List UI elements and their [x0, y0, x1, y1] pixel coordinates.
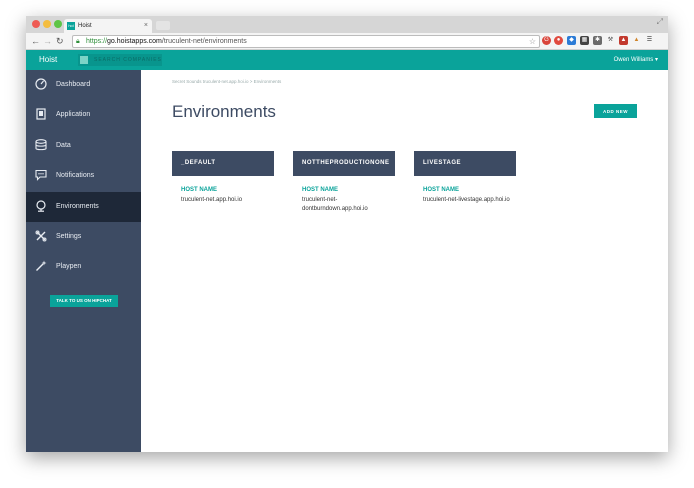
environment-name: _DEFAULT: [181, 160, 216, 166]
extension-puzzle-icon[interactable]: ✱: [593, 36, 602, 45]
environment-card[interactable]: _DEFAULT HOST NAME truculent-net.app.hoi…: [172, 151, 274, 241]
sidebar-item-label: Notifications: [56, 172, 95, 179]
bookmark-star-icon[interactable]: ☆: [529, 36, 536, 47]
magic-wand-icon: [36, 260, 47, 271]
chevron-down-icon: ▾: [654, 57, 658, 63]
user-name: Owen Williams: [613, 57, 654, 63]
sidebar-item-label: Data: [56, 142, 71, 149]
extension-g-icon[interactable]: G: [542, 36, 551, 45]
add-new-button[interactable]: ADD NEW: [594, 104, 637, 118]
reload-icon[interactable]: ↻: [56, 34, 64, 48]
forward-arrow-icon[interactable]: →: [43, 34, 52, 48]
application-icon: [36, 108, 46, 120]
lock-icon: 🔒︎: [76, 38, 80, 45]
environment-name: NOTTHEPRODUCTIONONE: [302, 160, 390, 166]
extension-record-icon[interactable]: ●: [554, 36, 563, 45]
sidebar: Dashboard Application Data Notifications…: [26, 70, 141, 452]
brand-logo[interactable]: Hoist: [39, 50, 57, 70]
database-icon: [35, 139, 47, 151]
address-bar[interactable]: 🔒︎ https://go.hoistapps.com/truculent-ne…: [72, 35, 540, 48]
tab-close-icon[interactable]: ×: [144, 19, 148, 33]
extension-hat-icon[interactable]: ▲: [619, 36, 628, 45]
sidebar-item-data[interactable]: Data: [26, 131, 141, 161]
host-name-label: HOST NAME: [302, 187, 338, 193]
environment-card-header[interactable]: _DEFAULT: [172, 151, 274, 176]
dashboard-icon: [35, 78, 47, 90]
host-name-value: truculent-net-livestage.app.hoi.io: [423, 197, 510, 203]
sidebar-item-label: Application: [56, 111, 91, 118]
sidebar-item-label: Environments: [56, 203, 99, 210]
tab-strip: hoi Hoist × ⤢: [26, 16, 668, 33]
company-search[interactable]: SEARCH COMPANIES: [78, 54, 162, 66]
sidebar-item-environments[interactable]: Environments: [26, 192, 141, 222]
host-name-label: HOST NAME: [181, 187, 217, 193]
host-name-label: HOST NAME: [423, 187, 459, 193]
extension-wrench-icon[interactable]: ⚒: [606, 36, 615, 45]
environment-card[interactable]: LIVESTAGE HOST NAME truculent-net-livest…: [414, 151, 516, 241]
globe-icon: [36, 200, 46, 212]
browser-window: hoi Hoist × ⤢ ← → ↻ 🔒︎ https://go.hoista…: [26, 16, 668, 452]
browser-toolbar: ← → ↻ 🔒︎ https://go.hoistapps.com/trucul…: [26, 33, 668, 50]
environment-card[interactable]: NOTTHEPRODUCTIONONE HOST NAME truculent-…: [293, 151, 395, 241]
extension-warning-icon[interactable]: ▲: [632, 36, 641, 45]
host-name-value: truculent-net-dontburndown.app.hoi.io: [302, 197, 368, 212]
page-title: Environments: [172, 102, 276, 121]
hoist-favicon-icon: hoi: [67, 22, 75, 30]
breadcrumb[interactable]: Secret Sounds truculent-net.app.hoi.io >…: [172, 79, 281, 84]
back-arrow-icon[interactable]: ←: [31, 34, 40, 48]
tools-icon: [35, 230, 47, 242]
sidebar-item-label: Settings: [56, 233, 82, 240]
browser-menu-icon[interactable]: ☰: [645, 36, 654, 45]
environment-name: LIVESTAGE: [423, 160, 462, 166]
host-name-value: truculent-net.app.hoi.io: [181, 197, 243, 203]
hipchat-button[interactable]: TALK TO US ON HIPCHAT: [50, 295, 118, 307]
sidebar-item-label: Playpen: [56, 263, 82, 270]
environment-card-header[interactable]: LIVESTAGE: [414, 151, 516, 176]
fullscreen-icon[interactable]: ⤢: [657, 17, 663, 27]
sidebar-item-dashboard[interactable]: Dashboard: [26, 70, 141, 100]
extension-blue-icon[interactable]: ◆: [567, 36, 576, 45]
new-tab-button[interactable]: [156, 21, 170, 30]
browser-tab[interactable]: hoi Hoist ×: [64, 19, 152, 33]
company-search-icon: [80, 56, 88, 64]
window-close-button[interactable]: [32, 20, 40, 28]
sidebar-item-label: Dashboard: [56, 81, 91, 88]
tab-title: Hoist: [78, 23, 92, 29]
window-maximize-button[interactable]: [54, 20, 62, 28]
window-minimize-button[interactable]: [43, 20, 51, 28]
app-header: Hoist SEARCH COMPANIES Owen Williams ▾: [26, 50, 668, 70]
user-menu[interactable]: Owen Williams ▾: [614, 50, 658, 70]
main-content: Secret Sounds truculent-net.app.hoi.io >…: [141, 70, 668, 452]
chat-bubble-icon: [35, 169, 47, 181]
environment-card-header[interactable]: NOTTHEPRODUCTIONONE: [293, 151, 395, 176]
sidebar-item-settings[interactable]: Settings: [26, 222, 141, 252]
sidebar-item-application[interactable]: Application: [26, 100, 141, 130]
extension-grid-icon[interactable]: ▦: [580, 36, 589, 45]
sidebar-item-notifications[interactable]: Notifications: [26, 161, 141, 191]
company-search-label: SEARCH COMPANIES: [94, 57, 162, 63]
sidebar-item-playpen[interactable]: Playpen: [26, 252, 141, 282]
url-text: https://go.hoistapps.com/truculent-net/e…: [86, 38, 247, 45]
